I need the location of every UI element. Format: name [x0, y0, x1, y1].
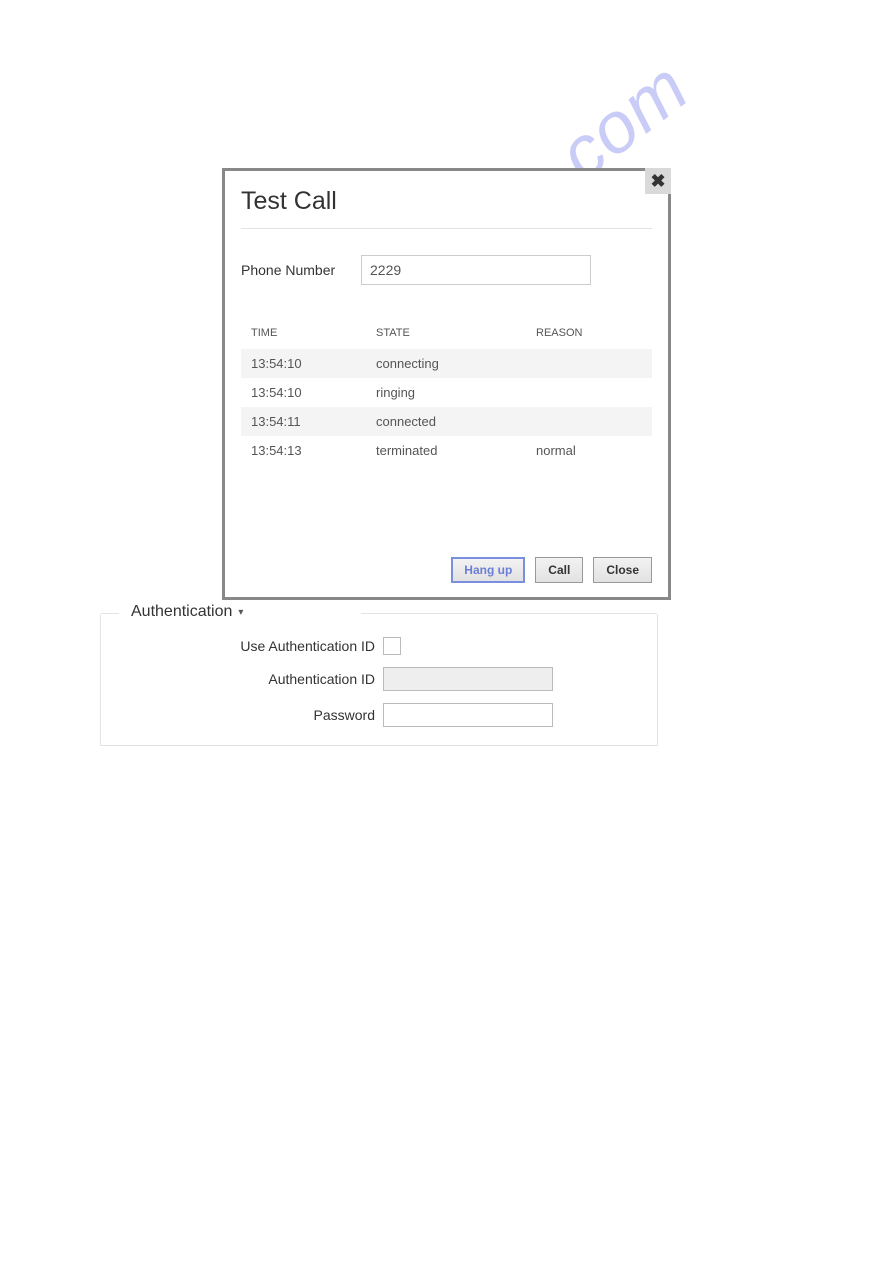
cell-state: connected — [376, 414, 536, 429]
auth-id-label: Authentication ID — [101, 671, 383, 687]
cell-reason — [536, 414, 652, 429]
phone-number-input[interactable] — [361, 255, 591, 285]
phone-number-label: Phone Number — [241, 262, 361, 278]
table-row: 13:54:10 connecting — [241, 349, 652, 378]
cell-time: 13:54:10 — [251, 385, 376, 400]
cell-time: 13:54:11 — [251, 414, 376, 429]
divider — [241, 228, 652, 229]
cell-state: ringing — [376, 385, 536, 400]
password-label: Password — [101, 707, 383, 723]
col-time: TIME — [251, 327, 376, 339]
test-call-dialog: ✖ Test Call Phone Number TIME STATE REAS… — [222, 168, 671, 600]
cell-reason: normal — [536, 443, 652, 458]
close-icon[interactable]: ✖ — [645, 168, 671, 194]
dialog-title: Test Call — [241, 183, 652, 228]
authentication-header[interactable]: Authentication ▾ — [125, 603, 249, 621]
call-button[interactable]: Call — [535, 557, 583, 583]
table-row: 13:54:11 connected — [241, 407, 652, 436]
password-input[interactable] — [383, 703, 553, 727]
col-reason: REASON — [536, 327, 652, 339]
cell-time: 13:54:13 — [251, 443, 376, 458]
hang-up-button[interactable]: Hang up — [451, 557, 525, 583]
cell-state: connecting — [376, 356, 536, 371]
use-auth-id-label: Use Authentication ID — [101, 638, 383, 654]
cell-reason — [536, 356, 652, 371]
table-row: 13:54:13 terminated normal — [241, 436, 652, 465]
cell-time: 13:54:10 — [251, 356, 376, 371]
auth-id-input[interactable] — [383, 667, 553, 691]
authentication-panel: Authentication ▾ Use Authentication ID A… — [100, 614, 658, 746]
cell-reason — [536, 385, 652, 400]
cell-state: terminated — [376, 443, 536, 458]
close-button[interactable]: Close — [593, 557, 652, 583]
chevron-down-icon: ▾ — [238, 607, 243, 618]
col-state: STATE — [376, 327, 536, 339]
use-auth-id-checkbox[interactable] — [383, 637, 401, 655]
table-row: 13:54:10 ringing — [241, 378, 652, 407]
authentication-label: Authentication — [131, 603, 232, 621]
call-log-table: TIME STATE REASON 13:54:10 connecting 13… — [241, 321, 652, 465]
